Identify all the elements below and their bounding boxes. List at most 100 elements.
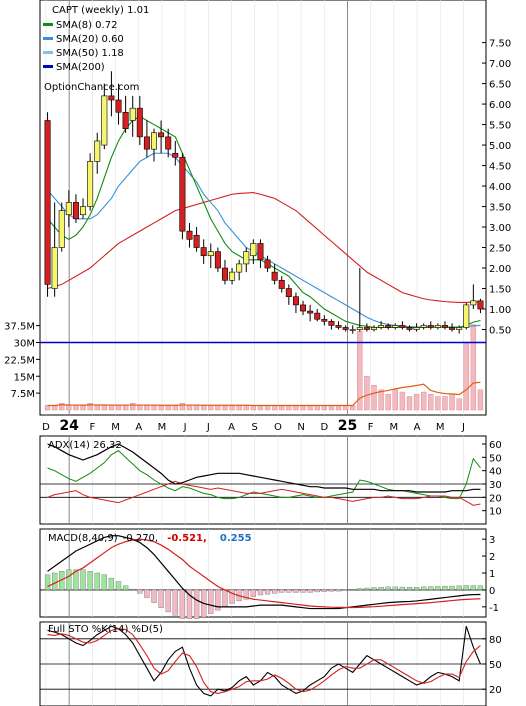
volume-bar — [144, 405, 150, 411]
price-tick-label: 4.50 — [489, 162, 511, 173]
candle-body — [200, 247, 207, 257]
volume-bar — [385, 394, 391, 411]
macd-histogram-bar — [328, 589, 335, 592]
volume-bar — [456, 398, 462, 411]
macd-histogram-bar — [321, 589, 327, 592]
candle-body — [378, 325, 385, 328]
candle-body — [449, 327, 456, 330]
candle-body — [477, 300, 484, 310]
candle-body — [165, 136, 172, 150]
indicator-tick-label: 0 — [489, 586, 495, 597]
legend-item: SMA(8) 0.72 — [56, 20, 117, 31]
volume-bar — [80, 405, 86, 411]
volume-tick-label: 22.5M — [4, 355, 35, 366]
candle-body — [136, 107, 143, 138]
volume-bar — [229, 405, 235, 411]
volume-bar — [158, 405, 164, 411]
price-tick-label: 5.00 — [489, 141, 511, 152]
macd-histogram-bar — [108, 577, 115, 591]
price-tick-label: 6.00 — [489, 100, 511, 111]
macd-histogram-bar — [293, 589, 299, 593]
candle-body — [456, 327, 463, 330]
macd-histogram-bar — [66, 569, 72, 591]
macd-histogram-bar — [272, 589, 278, 594]
price-tick-label: 0.50 — [489, 326, 511, 337]
volume-bar — [428, 394, 434, 411]
macd-histogram-bar — [165, 589, 171, 613]
adx-title: ADX(14) 26.32 — [48, 440, 122, 451]
volume-bar — [215, 405, 221, 411]
price-tick-label: 1.50 — [489, 285, 511, 296]
volume-bar — [200, 405, 207, 411]
indicator-tick-label: 20 — [489, 493, 502, 504]
watermark: OptionChance.com — [44, 82, 139, 93]
macd-histogram-bar — [428, 586, 434, 591]
volume-bar — [300, 405, 306, 411]
macd-histogram-bar — [52, 572, 58, 591]
macd-histogram-bar — [456, 585, 462, 591]
candle-body — [122, 111, 129, 129]
candle-body — [143, 136, 150, 150]
volume-bar — [364, 376, 370, 411]
candle-body — [406, 327, 413, 330]
volume-bar — [413, 394, 420, 411]
x-axis-label: F — [368, 422, 374, 433]
x-axis-label: N — [297, 422, 304, 433]
macd-histogram-bar — [208, 589, 214, 614]
candle-body — [413, 327, 420, 330]
macd-histogram-bar — [122, 585, 129, 591]
x-axis-label: J — [183, 422, 187, 433]
macd-histogram-bar — [350, 589, 356, 591]
candle-body — [342, 327, 349, 330]
macd-histogram-bar — [477, 585, 484, 591]
candle-body — [371, 327, 377, 330]
candle-body — [229, 271, 236, 281]
volume-tick-label: 37.5M — [4, 322, 35, 333]
candle-body — [214, 251, 221, 269]
macd-histogram-bar — [470, 585, 476, 591]
candle-body — [321, 318, 328, 322]
macd-histogram-bar — [250, 589, 256, 597]
macd-histogram-bar — [342, 589, 349, 591]
legend-item: SMA(200) — [56, 62, 105, 73]
price-tick-label: 4.00 — [489, 182, 511, 193]
candle-body — [108, 95, 115, 101]
volume-bar — [342, 405, 349, 411]
macd-histogram-bar — [378, 587, 384, 591]
volume-bar — [335, 405, 342, 411]
macd-histogram-bar — [421, 586, 427, 591]
candle-body — [186, 230, 193, 240]
macd-histogram-bar — [193, 589, 200, 619]
price-tick-label: 7.50 — [489, 39, 511, 50]
candle-body — [207, 251, 214, 257]
candle-body — [335, 325, 342, 328]
volume-bar — [435, 396, 441, 411]
candle-body — [307, 310, 314, 314]
candle-body — [72, 202, 79, 220]
macd-histogram-bar — [335, 589, 342, 592]
x-axis-label: S — [252, 422, 258, 433]
volume-bar — [271, 405, 278, 411]
macd-histogram-bar — [179, 589, 186, 619]
indicator-tick-label: 1 — [489, 569, 495, 580]
macd-histogram-bar — [80, 569, 86, 591]
price-tick-label: 2.00 — [489, 264, 511, 275]
volume-bar — [222, 405, 228, 411]
candle-body — [44, 120, 51, 285]
volume-bar — [186, 405, 193, 411]
macd-histogram-bar — [435, 586, 441, 591]
price-panel — [39, 0, 487, 416]
volume-bar — [44, 405, 51, 411]
indicator-tick-label: 50 — [489, 453, 502, 464]
x-axis-label: M — [436, 422, 445, 433]
volume-bar — [378, 389, 384, 411]
candle-body — [363, 327, 370, 330]
volume-bar — [264, 405, 271, 411]
macd-histogram-bar — [101, 574, 107, 591]
volume-bar — [314, 405, 320, 411]
price-tick-label: 2.50 — [489, 244, 511, 255]
price-tick-label: 1.00 — [489, 305, 511, 316]
candle-body — [349, 329, 356, 331]
macd-histogram-bar — [172, 589, 178, 616]
indicator-tick-label: 2 — [489, 552, 495, 563]
